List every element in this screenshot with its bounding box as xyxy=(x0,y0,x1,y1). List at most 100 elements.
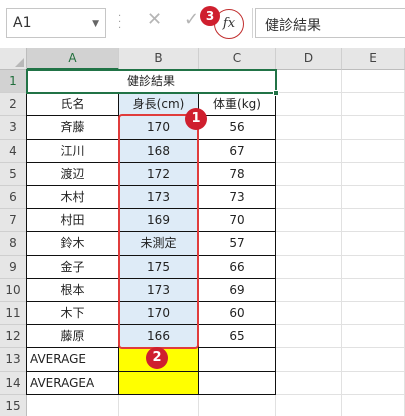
cell-c8[interactable]: 57 xyxy=(199,232,276,256)
cell-d14[interactable] xyxy=(276,371,342,395)
cell-a10[interactable]: 根本 xyxy=(27,278,119,302)
cell-c4[interactable]: 67 xyxy=(199,139,276,163)
name-box-value: A1 xyxy=(13,15,32,31)
cell-d4[interactable] xyxy=(276,139,342,163)
cell-a15[interactable] xyxy=(27,394,119,416)
cell-d8[interactable] xyxy=(276,232,342,256)
cell-a1-title[interactable]: 健診結果 xyxy=(27,70,276,94)
cancel-icon[interactable]: ✕ xyxy=(147,9,162,30)
select-all-button[interactable] xyxy=(0,48,27,70)
cell-e9[interactable] xyxy=(342,255,405,279)
cell-d13[interactable] xyxy=(276,348,342,372)
cell-a3[interactable]: 斉藤 xyxy=(27,116,119,140)
cell-b9[interactable]: 175 xyxy=(119,255,199,279)
cell-c7[interactable]: 70 xyxy=(199,209,276,233)
cell-a14-averagea[interactable]: AVERAGEA xyxy=(27,371,119,395)
row-header-8[interactable]: 8 xyxy=(0,232,27,256)
cell-b11[interactable]: 170 xyxy=(119,302,199,326)
cell-e6[interactable] xyxy=(342,186,405,210)
column-header-b[interactable]: B xyxy=(119,48,199,70)
row-header-6[interactable]: 6 xyxy=(0,186,27,210)
chevron-down-icon[interactable]: ▼ xyxy=(92,19,99,29)
cell-e4[interactable] xyxy=(342,139,405,163)
row-header-9[interactable]: 9 xyxy=(0,255,27,279)
row-header-11[interactable]: 11 xyxy=(0,302,27,326)
cell-d1[interactable] xyxy=(276,70,342,94)
row-header-2[interactable]: 2 xyxy=(0,93,27,117)
cell-a4[interactable]: 江川 xyxy=(27,139,119,163)
cell-c10[interactable]: 69 xyxy=(199,278,276,302)
cell-b14-averagea-result[interactable] xyxy=(119,371,199,395)
cell-b7[interactable]: 169 xyxy=(119,209,199,233)
cell-d7[interactable] xyxy=(276,209,342,233)
cell-c11[interactable]: 60 xyxy=(199,302,276,326)
cell-b5[interactable]: 172 xyxy=(119,162,199,186)
cell-a9[interactable]: 金子 xyxy=(27,255,119,279)
divider xyxy=(252,8,253,38)
cell-b15[interactable] xyxy=(119,394,199,416)
cell-d2[interactable] xyxy=(276,93,342,117)
cell-e13[interactable] xyxy=(342,348,405,372)
row-header-12[interactable]: 12 xyxy=(0,325,27,349)
row-header-13[interactable]: 13 xyxy=(0,348,27,372)
column-header-e[interactable]: E xyxy=(342,48,405,70)
cell-e14[interactable] xyxy=(342,371,405,395)
cell-a6[interactable]: 木村 xyxy=(27,186,119,210)
cell-d3[interactable] xyxy=(276,116,342,140)
cell-e15[interactable] xyxy=(342,394,405,416)
drag-handle-icon[interactable]: · · · xyxy=(118,12,121,34)
row-header-7[interactable]: 7 xyxy=(0,209,27,233)
cell-e12[interactable] xyxy=(342,325,405,349)
cell-e11[interactable] xyxy=(342,302,405,326)
cell-a7[interactable]: 村田 xyxy=(27,209,119,233)
column-header-a[interactable]: A xyxy=(27,48,119,70)
row-header-15[interactable]: 15 xyxy=(0,394,27,416)
column-header-c[interactable]: C xyxy=(199,48,276,70)
cell-e8[interactable] xyxy=(342,232,405,256)
cell-c2-header[interactable]: 体重(kg) xyxy=(199,93,276,117)
cell-b12[interactable]: 166 xyxy=(119,325,199,349)
row-header-4[interactable]: 4 xyxy=(0,139,27,163)
formula-input[interactable]: 健診結果 xyxy=(255,8,405,38)
column-header-d[interactable]: D xyxy=(276,48,342,70)
cell-c9[interactable]: 66 xyxy=(199,255,276,279)
cell-b8[interactable]: 未測定 xyxy=(119,232,199,256)
cell-a5[interactable]: 渡辺 xyxy=(27,162,119,186)
cell-b6[interactable]: 173 xyxy=(119,186,199,210)
cell-e7[interactable] xyxy=(342,209,405,233)
cell-c12[interactable]: 65 xyxy=(199,325,276,349)
cell-d6[interactable] xyxy=(276,186,342,210)
cell-d5[interactable] xyxy=(276,162,342,186)
cell-c3[interactable]: 56 xyxy=(199,116,276,140)
name-box[interactable]: A1 ▼ xyxy=(6,8,106,38)
cell-d12[interactable] xyxy=(276,325,342,349)
cell-e10[interactable] xyxy=(342,278,405,302)
cell-d9[interactable] xyxy=(276,255,342,279)
cell-d11[interactable] xyxy=(276,302,342,326)
row-header-3[interactable]: 3 xyxy=(0,116,27,140)
row-header-10[interactable]: 10 xyxy=(0,278,27,302)
row-header-1[interactable]: 1 xyxy=(0,70,27,94)
cell-a12[interactable]: 藤原 xyxy=(27,325,119,349)
cell-d15[interactable] xyxy=(276,394,342,416)
row-header-5[interactable]: 5 xyxy=(0,162,27,186)
cell-c15[interactable] xyxy=(199,394,276,416)
cell-e5[interactable] xyxy=(342,162,405,186)
cell-c14[interactable] xyxy=(199,371,276,395)
cell-e2[interactable] xyxy=(342,93,405,117)
cell-d10[interactable] xyxy=(276,278,342,302)
formula-bar: A1 ▼ · · · ✕ ✓ fx 健診結果 xyxy=(0,0,405,48)
cell-b4[interactable]: 168 xyxy=(119,139,199,163)
cell-c5[interactable]: 78 xyxy=(199,162,276,186)
cell-a8[interactable]: 鈴木 xyxy=(27,232,119,256)
cell-c6[interactable]: 73 xyxy=(199,186,276,210)
cell-e1[interactable] xyxy=(342,70,405,94)
cell-e3[interactable] xyxy=(342,116,405,140)
enter-icon[interactable]: ✓ xyxy=(184,9,199,30)
row-header-14[interactable]: 14 xyxy=(0,371,27,395)
cell-c13[interactable] xyxy=(199,348,276,372)
cell-a13-average[interactable]: AVERAGE xyxy=(27,348,119,372)
cell-a2-header[interactable]: 氏名 xyxy=(27,93,119,117)
cell-b10[interactable]: 173 xyxy=(119,278,199,302)
cell-a11[interactable]: 木下 xyxy=(27,302,119,326)
